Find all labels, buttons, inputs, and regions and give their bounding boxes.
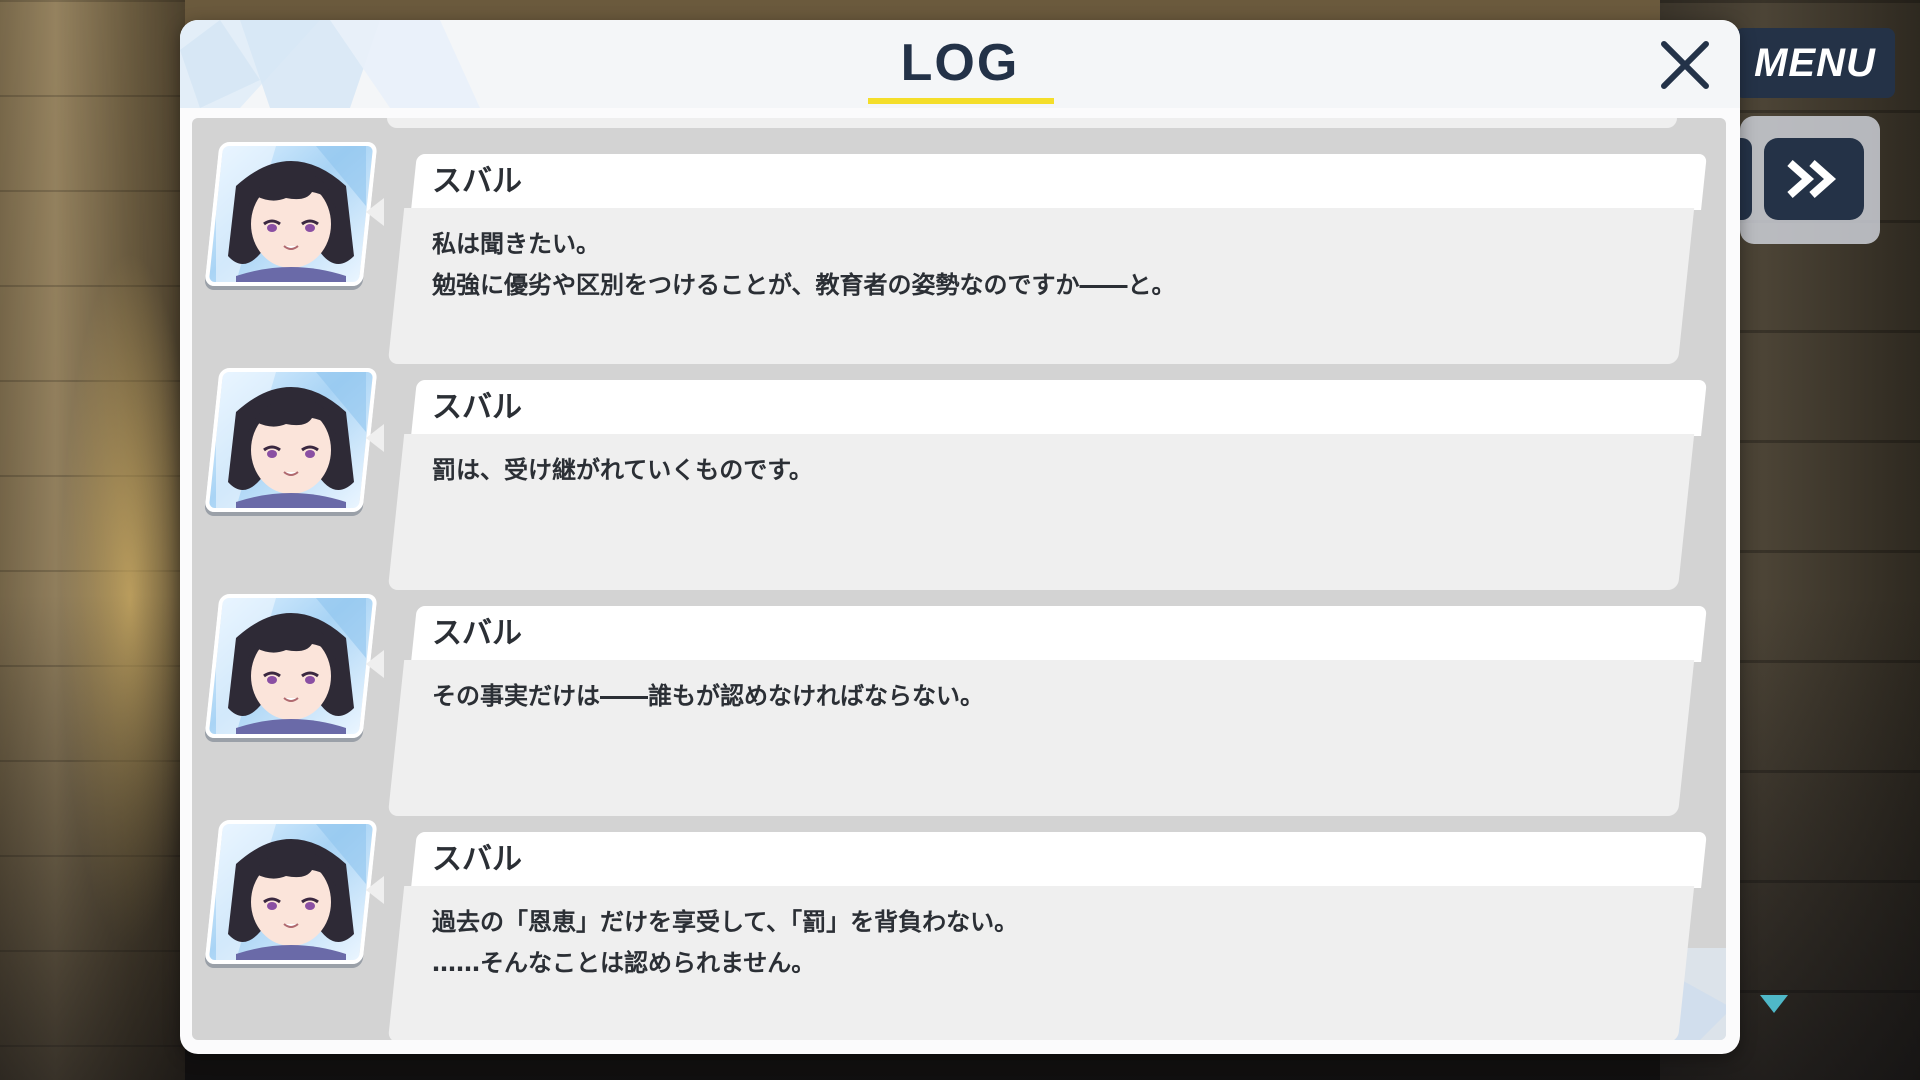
character-avatar <box>204 368 378 512</box>
dialogue-line: 罰は、受け継がれていくものです。 <box>432 456 813 484</box>
dialogue-line: ……そんなことは認められません。 <box>432 949 816 977</box>
fast-forward-icon <box>1787 160 1837 198</box>
character-portrait-icon <box>216 372 366 508</box>
log-dialog: LOG スバル 私は聞きたい。 勉強に優劣や区別をつけることが、教育者の姿勢なの… <box>180 20 1740 1054</box>
dialogue-text: 罰は、受け継がれていくものです。 <box>432 450 1582 491</box>
dialogue-line: 私は聞きたい。 <box>432 230 600 258</box>
menu-button[interactable]: MENU <box>1735 28 1895 98</box>
character-avatar <box>204 820 378 964</box>
fast-forward-button[interactable] <box>1764 138 1864 220</box>
character-portrait-icon <box>216 824 366 960</box>
speaker-name-bar <box>411 832 1707 888</box>
title-underline <box>868 98 1054 104</box>
dialogue-text: 私は聞きたい。勉強に優劣や区別をつけることが、教育者の姿勢なのですか――と。 <box>432 224 1582 306</box>
speaker-name: スバル <box>432 842 522 877</box>
dialogue-line: その事実だけは――誰もが認めなければならない。 <box>432 682 984 710</box>
dialogue-line: 勉強に優劣や区別をつけることが、教育者の姿勢なのですか――と。 <box>432 271 1176 299</box>
dialog-header: LOG <box>180 20 1740 108</box>
dialogue-line: 過去の「恩恵」だけを享受して、「罰」を背負わない。 <box>432 908 1019 936</box>
log-entry: スバル その事実だけは――誰もが認めなければならない。 <box>192 586 1726 816</box>
character-avatar <box>204 594 378 738</box>
dialogue-text: 過去の「恩恵」だけを享受して、「罰」を背負わない。 ……そんなことは認められません… <box>432 902 1582 984</box>
previous-entry-edge <box>387 118 1677 128</box>
speaker-name: スバル <box>432 164 522 199</box>
bubble-pointer <box>366 198 384 226</box>
log-entry: スバル 罰は、受け継がれていくものです。 <box>192 360 1726 590</box>
character-avatar <box>204 142 378 286</box>
character-portrait-icon <box>216 146 366 282</box>
speaker-name-bar <box>411 380 1707 436</box>
bubble-pointer <box>366 876 384 904</box>
speaker-name-bar <box>411 606 1707 662</box>
speaker-name: スバル <box>432 616 522 651</box>
dialogue-text: その事実だけは――誰もが認めなければならない。 <box>432 676 1582 717</box>
close-icon[interactable] <box>1654 34 1716 96</box>
bubble-pointer <box>366 650 384 678</box>
dialog-title: LOG <box>900 34 1020 92</box>
log-entry: スバル 私は聞きたい。勉強に優劣や区別をつけることが、教育者の姿勢なのですか――… <box>192 134 1726 364</box>
speaker-name: スバル <box>432 390 522 425</box>
log-entry: スバル 過去の「恩恵」だけを享受して、「罰」を背負わない。 ……そんなことは認めら… <box>192 812 1726 1040</box>
header-decoration <box>180 20 480 108</box>
chevron-down-icon[interactable] <box>1760 995 1788 1013</box>
bubble-pointer <box>366 424 384 452</box>
character-portrait-icon <box>216 598 366 734</box>
speaker-name-bar <box>411 154 1707 210</box>
log-list[interactable]: スバル 私は聞きたい。勉強に優劣や区別をつけることが、教育者の姿勢なのですか――… <box>192 118 1726 1040</box>
